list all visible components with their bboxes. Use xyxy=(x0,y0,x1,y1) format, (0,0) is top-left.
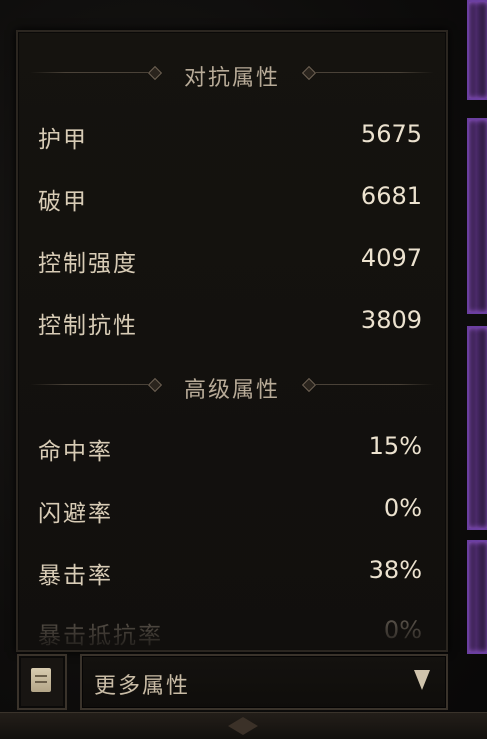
attributes-panel[interactable]: 对抗属性 护甲 5675 破甲 6681 控制强度 4097 控制抗性 3809… xyxy=(16,30,448,652)
dropdown-label: 更多属性 xyxy=(94,674,191,699)
attribute-label: 闪避率 xyxy=(38,501,113,527)
more-attributes-dropdown[interactable]: 更多属性 xyxy=(80,654,448,710)
attribute-label: 护甲 xyxy=(38,127,88,153)
divider-line xyxy=(316,384,434,385)
attribute-label: 控制抗性 xyxy=(38,313,138,339)
scroll-icon xyxy=(31,668,51,692)
scroll-button[interactable] xyxy=(17,654,67,710)
bottom-frame xyxy=(0,712,487,739)
attribute-value: 0% xyxy=(383,494,422,522)
attribute-value: 4097 xyxy=(360,244,422,272)
item-slot-1[interactable] xyxy=(467,0,487,100)
attribute-label: 暴击抵抗率 xyxy=(38,623,163,649)
attribute-label: 暴击率 xyxy=(38,563,113,589)
attribute-value: 6681 xyxy=(360,182,422,210)
divider-line xyxy=(316,72,434,73)
section-title: 对抗属性 xyxy=(183,66,280,91)
attribute-row-crit-resist: 暴击抵抗率 0% xyxy=(18,610,446,650)
section-header-resistance: 对抗属性 xyxy=(18,58,446,91)
item-slot-3[interactable] xyxy=(467,326,487,530)
item-slot-4[interactable] xyxy=(467,540,487,654)
attribute-row-hit-rate: 命中率 15% xyxy=(18,426,446,466)
attribute-value: 3809 xyxy=(360,306,422,334)
attribute-label: 破甲 xyxy=(38,189,88,215)
attribute-row-dodge-rate: 闪避率 0% xyxy=(18,488,446,528)
chevron-down-icon xyxy=(414,670,430,690)
attribute-label: 命中率 xyxy=(38,439,113,465)
item-slot-2[interactable] xyxy=(467,118,487,314)
attribute-window: 对抗属性 护甲 5675 破甲 6681 控制强度 4097 控制抗性 3809… xyxy=(0,0,487,739)
attribute-value: 15% xyxy=(368,432,422,460)
section-header-advanced: 高级属性 xyxy=(18,370,446,403)
attribute-row-armor: 护甲 5675 xyxy=(18,114,446,154)
frame-ornament-icon xyxy=(228,717,258,735)
attribute-row-armor-pen: 破甲 6681 xyxy=(18,176,446,216)
section-title: 高级属性 xyxy=(183,378,280,403)
attribute-row-crit-rate: 暴击率 38% xyxy=(18,550,446,590)
attribute-value: 0% xyxy=(383,616,422,644)
footer-bar: 更多属性 xyxy=(0,652,487,712)
attribute-value: 38% xyxy=(368,556,422,584)
attribute-label: 控制强度 xyxy=(38,251,138,277)
attribute-value: 5675 xyxy=(360,120,422,148)
attribute-row-control-resist: 控制抗性 3809 xyxy=(18,300,446,340)
attribute-row-control-strength: 控制强度 4097 xyxy=(18,238,446,278)
